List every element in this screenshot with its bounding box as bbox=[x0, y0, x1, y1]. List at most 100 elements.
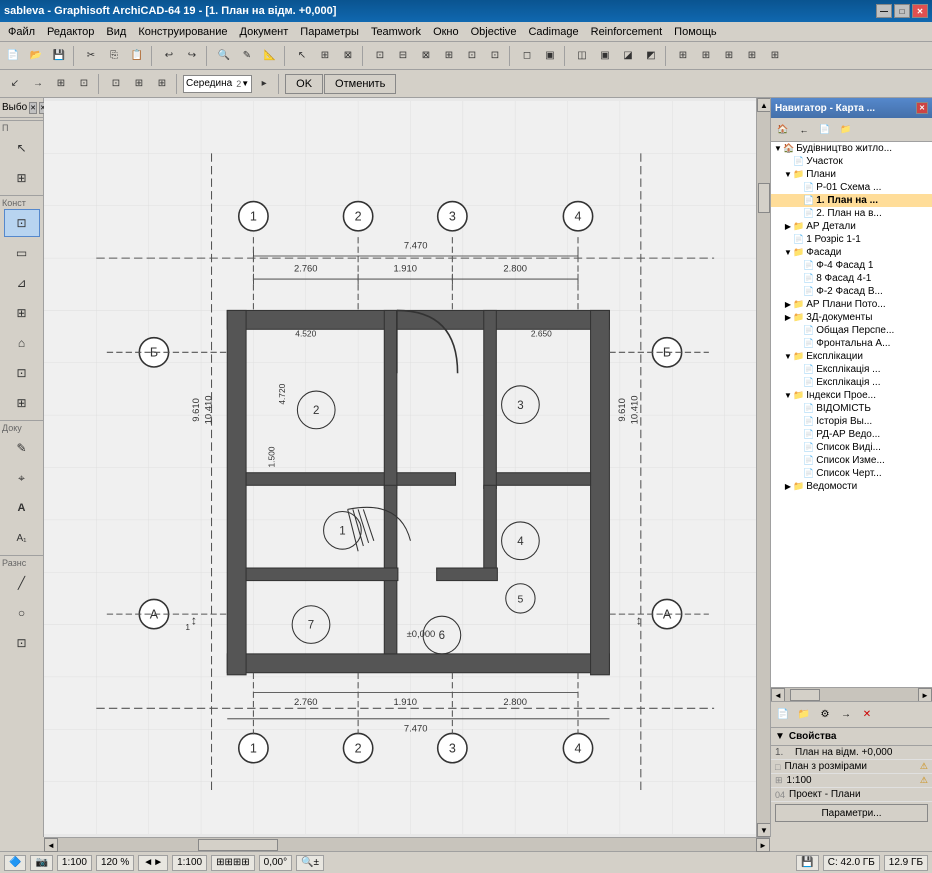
select2-button[interactable]: ⊞ bbox=[314, 45, 336, 67]
hscroll-thumb[interactable] bbox=[198, 839, 278, 851]
tree-item-fasad2[interactable]: 📄 Ф-2 Фасад В... bbox=[771, 285, 932, 298]
tree-item-explik[interactable]: ▼ 📁 Експлікации bbox=[771, 350, 932, 363]
menu-file[interactable]: Файл bbox=[2, 24, 41, 40]
midpoint-combo[interactable]: Середина 2 ▼ bbox=[183, 75, 252, 93]
tb2-icon2[interactable]: ⊡ bbox=[73, 73, 95, 95]
tb-tool1[interactable]: ⊡ bbox=[369, 45, 391, 67]
menu-window[interactable]: Окно bbox=[427, 24, 465, 40]
tree-item-fasady[interactable]: ▼ 📁 Фасади bbox=[771, 246, 932, 259]
status-zoom2[interactable]: 🔍± bbox=[296, 855, 324, 871]
redo-button[interactable]: ↪ bbox=[181, 45, 203, 67]
tree-item-rozris[interactable]: 📄 1 Розрiс 1-1 bbox=[771, 233, 932, 246]
nav-hscroll-track[interactable] bbox=[785, 688, 918, 701]
nav-back-button[interactable]: ← bbox=[794, 121, 814, 139]
navigator-close-button[interactable]: ✕ bbox=[916, 102, 928, 114]
dim-tool-button[interactable]: ⌖ bbox=[4, 464, 40, 492]
status-zoom[interactable]: 120 % bbox=[96, 855, 134, 871]
nav-home-button[interactable]: 🏠 bbox=[773, 121, 793, 139]
hscroll-track[interactable] bbox=[58, 838, 756, 851]
tb-grid2[interactable]: ⊞ bbox=[695, 45, 717, 67]
tree-item-indeksy[interactable]: ▼ 📁 Індекси Прое... bbox=[771, 389, 932, 402]
label-a-button[interactable]: A bbox=[4, 494, 40, 522]
line-tool-button[interactable]: ╱ bbox=[4, 569, 40, 597]
menu-view[interactable]: Вид bbox=[100, 24, 132, 40]
wall-tool-button[interactable]: ⊡ bbox=[4, 209, 40, 237]
tb-tool3[interactable]: ⊠ bbox=[415, 45, 437, 67]
tb-view2[interactable]: ▣ bbox=[594, 45, 616, 67]
nav-settings-button[interactable]: ⚙ bbox=[815, 705, 835, 725]
tb-view1[interactable]: ◫ bbox=[571, 45, 593, 67]
menu-help[interactable]: Помощь bbox=[668, 24, 723, 40]
door-tool-button[interactable]: ⌂ bbox=[4, 329, 40, 357]
tree-item-front[interactable]: 📄 Фронтальна А... bbox=[771, 337, 932, 350]
parameters-button[interactable]: Параметри... bbox=[775, 804, 928, 822]
paste-button[interactable]: 📋 bbox=[126, 45, 148, 67]
navigator-tree[interactable]: ▼ 🏠 Будівництво житло... 📄 Участок ▼ 📁 П… bbox=[771, 142, 932, 687]
tb-view4[interactable]: ◩ bbox=[640, 45, 662, 67]
nav-open-button[interactable]: → bbox=[836, 705, 856, 725]
status-nav-arrows[interactable]: ◄► bbox=[138, 855, 168, 871]
save-button[interactable]: 💾 bbox=[48, 45, 70, 67]
tree-item-hist[interactable]: 📄 Iсторiя Вы... bbox=[771, 415, 932, 428]
panel-close-button[interactable]: ✕ bbox=[29, 102, 37, 114]
scroll-down-button[interactable]: ▼ bbox=[757, 823, 771, 837]
tree-item-spis-vid[interactable]: 📄 Список Виді... bbox=[771, 441, 932, 454]
tb2-arrow-btn[interactable]: ▸ bbox=[253, 73, 275, 95]
tree-item-ar-detali[interactable]: ▶ 📁 АР Детали bbox=[771, 220, 932, 233]
vertical-scrollbar[interactable]: ▲ ▼ bbox=[756, 98, 770, 837]
text-tool-button[interactable]: ✎ bbox=[4, 434, 40, 462]
tb-zoom2[interactable]: ▣ bbox=[539, 45, 561, 67]
status-scale2[interactable]: 1:100 bbox=[172, 855, 207, 871]
slab-tool-button[interactable]: ▭ bbox=[4, 239, 40, 267]
cut-button[interactable]: ✂ bbox=[80, 45, 102, 67]
fill-tool-button[interactable]: ⊡ bbox=[4, 629, 40, 657]
marquee-tool-button[interactable]: ⊞ bbox=[4, 164, 40, 192]
tree-item-plan1-active[interactable]: 📄 1. План на ... bbox=[771, 194, 932, 207]
menu-document[interactable]: Документ bbox=[234, 24, 295, 40]
window-tool-button[interactable]: ⊡ bbox=[4, 359, 40, 387]
cancel-button[interactable]: Отменить bbox=[324, 74, 396, 94]
menu-params[interactable]: Параметры bbox=[294, 24, 365, 40]
tree-item-vidom[interactable]: 📄 ВІДОМІСТЬ bbox=[771, 402, 932, 415]
close-button[interactable]: ✕ bbox=[912, 4, 928, 18]
nav-hscroll-thumb[interactable] bbox=[790, 689, 820, 701]
pencil-button[interactable]: ✎ bbox=[236, 45, 258, 67]
menu-reinforcement[interactable]: Reinforcement bbox=[585, 24, 669, 40]
tb2-icon3[interactable]: ⊡ bbox=[105, 73, 127, 95]
label-a2-button[interactable]: A₁ bbox=[4, 524, 40, 552]
tb-tool4[interactable]: ⊞ bbox=[438, 45, 460, 67]
nav-scroll-left[interactable]: ◄ bbox=[771, 688, 785, 702]
select-arrow[interactable]: ↖ bbox=[291, 45, 313, 67]
select-tool-button[interactable]: ↖ bbox=[4, 134, 40, 162]
menu-teamwork[interactable]: Teamwork bbox=[365, 24, 427, 40]
tb2-icon4[interactable]: ⊞ bbox=[128, 73, 150, 95]
tree-item-spis-izm[interactable]: 📄 Список Изме... bbox=[771, 454, 932, 467]
scroll-up-button[interactable]: ▲ bbox=[757, 98, 771, 112]
tb-zoom1[interactable]: ◻ bbox=[516, 45, 538, 67]
tb-grid3[interactable]: ⊞ bbox=[718, 45, 740, 67]
tree-item-ar-plany[interactable]: ▶ 📁 АР Плани Пото... bbox=[771, 298, 932, 311]
tree-item-3d[interactable]: ▶ 📁 3Д-документы bbox=[771, 311, 932, 324]
scroll-thumb[interactable] bbox=[758, 183, 770, 213]
column-tool-button[interactable]: ⊞ bbox=[4, 299, 40, 327]
status-angle[interactable]: 0,00° bbox=[259, 855, 292, 871]
hscroll-right-button[interactable]: ► bbox=[756, 838, 770, 852]
tree-item-explik2[interactable]: 📄 Експлікація ... bbox=[771, 376, 932, 389]
tree-item-p01[interactable]: 📄 Р-01 Схема ... bbox=[771, 181, 932, 194]
nav-scroll-right[interactable]: ► bbox=[918, 688, 932, 702]
menu-edit[interactable]: Редактор bbox=[41, 24, 100, 40]
roof-tool-button[interactable]: ⊿ bbox=[4, 269, 40, 297]
tree-item-uchastok[interactable]: 📄 Участок bbox=[771, 155, 932, 168]
tb-view3[interactable]: ◪ bbox=[617, 45, 639, 67]
new-button[interactable]: 📄 bbox=[2, 45, 24, 67]
canvas-area[interactable]: 1 2 3 4 1 2 3 4 Б А Б bbox=[44, 98, 756, 837]
tree-item-fasad8[interactable]: 📄 8 Фасад 4-1 bbox=[771, 272, 932, 285]
horizontal-scrollbar[interactable]: ◄ ► bbox=[44, 837, 770, 851]
tb-grid5[interactable]: ⊞ bbox=[764, 45, 786, 67]
stair-tool-button[interactable]: ⊞ bbox=[4, 389, 40, 417]
tree-item-persp[interactable]: 📄 Общая Перспе... bbox=[771, 324, 932, 337]
tree-item-explik1[interactable]: 📄 Експлікація ... bbox=[771, 363, 932, 376]
tb2-arrow2[interactable]: → bbox=[27, 73, 49, 95]
tb-tool6[interactable]: ⊡ bbox=[484, 45, 506, 67]
menu-objective[interactable]: Objective bbox=[465, 24, 523, 40]
